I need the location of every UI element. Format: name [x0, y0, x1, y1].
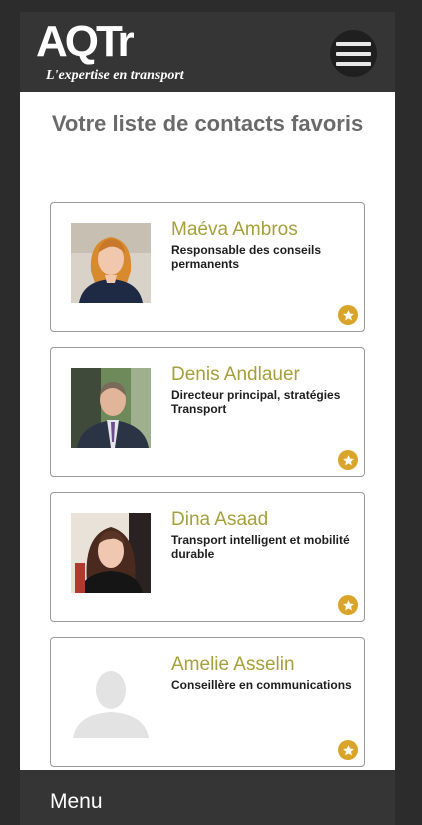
- avatar-placeholder-icon: [71, 658, 151, 738]
- contact-photo-placeholder: [71, 658, 151, 738]
- contact-card-denis-andlauer[interactable]: Denis Andlauer Directeur principal, stra…: [50, 347, 365, 477]
- contact-role: Transport intelligent et mobilité durabl…: [171, 533, 350, 561]
- portrait-woman-dark-hair-icon: [71, 513, 151, 593]
- page-title: Votre liste de contacts favoris: [51, 111, 364, 136]
- portrait-woman-blonde-icon: [71, 223, 151, 303]
- footer-menu-link[interactable]: Menu: [50, 790, 103, 814]
- logo-tagline: L'expertise en transport: [46, 68, 184, 83]
- contact-photo: [71, 368, 151, 448]
- main-content: Votre liste de contacts favoris Maéva Am…: [20, 92, 395, 770]
- aqtr-logo[interactable]: AQTr L'expertise en transport: [36, 18, 196, 88]
- star-icon: [342, 454, 354, 465]
- site-footer: Menu: [20, 770, 395, 825]
- contact-role: Responsable des conseils permanents: [171, 243, 322, 271]
- site-header: AQTr L'expertise en transport: [20, 12, 395, 92]
- contact-photo: [71, 223, 151, 303]
- hamburger-menu-button[interactable]: [330, 30, 377, 77]
- portrait-man-suit-icon: [71, 368, 151, 448]
- contact-role: Directeur principal, stratégies Transpor…: [171, 388, 341, 416]
- contact-name[interactable]: Denis Andlauer: [171, 364, 300, 386]
- contact-card-maeva-ambros[interactable]: Maéva Ambros Responsable des conseils pe…: [50, 202, 365, 332]
- star-icon: [342, 744, 354, 755]
- favorite-star-button[interactable]: [338, 740, 358, 760]
- app-frame: AQTr L'expertise en transport Votre list…: [20, 12, 395, 825]
- hamburger-icon-bar: [336, 61, 371, 66]
- hamburger-icon-bar: [336, 41, 371, 46]
- contact-role: Conseillère en communications: [171, 678, 352, 692]
- contact-card-dina-asaad[interactable]: Dina Asaad Transport intelligent et mobi…: [50, 492, 365, 622]
- favorite-star-button[interactable]: [338, 595, 358, 615]
- favorite-star-button[interactable]: [338, 450, 358, 470]
- contact-card-amelie-asselin[interactable]: Amelie Asselin Conseillère en communicat…: [50, 637, 365, 767]
- contact-photo: [71, 513, 151, 593]
- contact-name[interactable]: Maéva Ambros: [171, 219, 298, 241]
- contact-name[interactable]: Amelie Asselin: [171, 654, 295, 676]
- star-icon: [342, 599, 354, 610]
- logo-wordmark: AQTr: [36, 17, 135, 66]
- hamburger-icon-bar: [336, 51, 371, 56]
- contact-name[interactable]: Dina Asaad: [171, 509, 268, 531]
- favorite-star-button[interactable]: [338, 305, 358, 325]
- star-icon: [342, 309, 354, 320]
